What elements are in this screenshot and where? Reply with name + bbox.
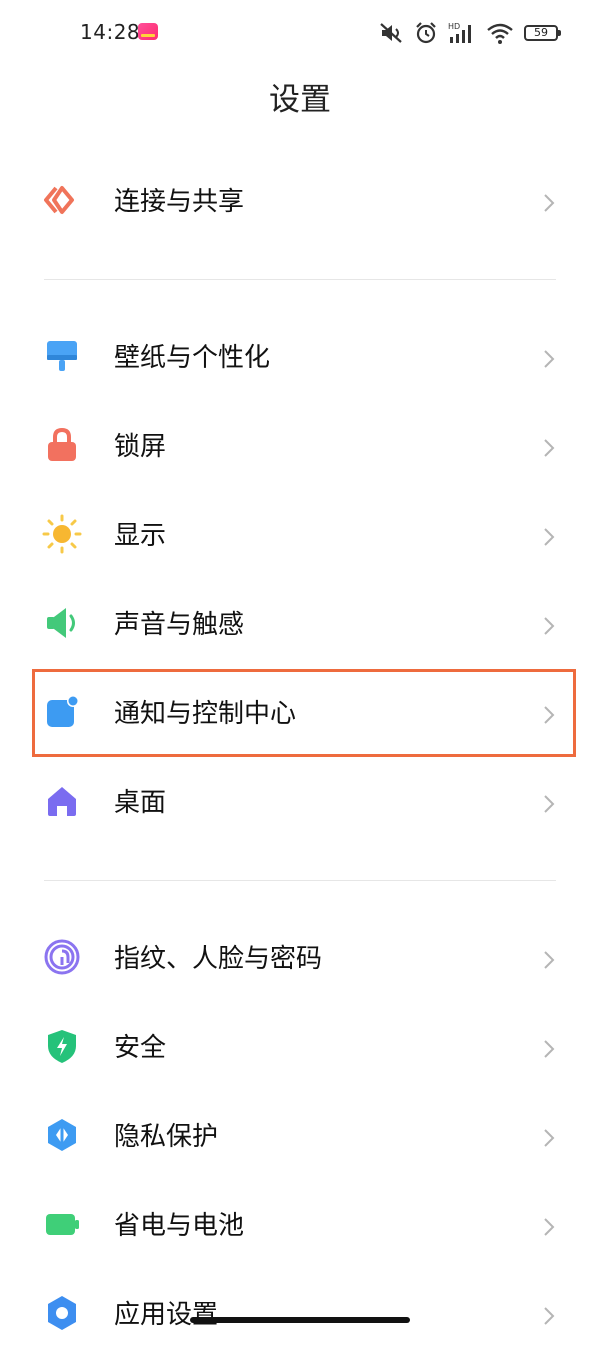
settings-item-security[interactable]: 安全 [0, 1004, 600, 1092]
fingerprint-icon [42, 937, 82, 977]
chevron-right-icon [544, 194, 555, 212]
settings-item-label: 通知与控制中心 [114, 699, 297, 729]
notification-icon [42, 692, 82, 732]
status-icons: HD 59 [378, 20, 561, 46]
settings-item-label: 桌面 [114, 788, 167, 818]
alarm-icon [414, 21, 438, 45]
settings-item-label: 壁纸与个性化 [114, 343, 271, 373]
settings-item-battery[interactable]: 省电与电池 [0, 1182, 600, 1270]
chevron-right-icon [544, 706, 555, 724]
settings-item-wallpaper[interactable]: 壁纸与个性化 [0, 314, 600, 402]
settings-item-display[interactable]: 显示 [0, 492, 600, 580]
chevron-right-icon [544, 1129, 555, 1147]
sun-icon [42, 514, 82, 554]
divider [44, 279, 556, 280]
chevron-right-icon [544, 1307, 555, 1325]
settings-item-label: 连接与共享 [114, 187, 245, 217]
settings-item-label: 应用设置 [114, 1300, 219, 1330]
app-notification-icon [138, 23, 158, 40]
settings-item-fingerprint[interactable]: 指纹、人脸与密码 [0, 915, 600, 1003]
settings-item-label: 锁屏 [114, 432, 167, 462]
chevron-right-icon [544, 1040, 555, 1058]
chevron-right-icon [544, 1218, 555, 1236]
gear-icon [42, 1293, 82, 1333]
settings-item-label: 隐私保护 [114, 1122, 219, 1152]
settings-item-sound[interactable]: 声音与触感 [0, 581, 600, 669]
chevron-right-icon [544, 439, 555, 457]
settings-item-privacy[interactable]: 隐私保护 [0, 1093, 600, 1181]
hd-signal-icon: HD [448, 21, 476, 45]
settings-item-label: 省电与电池 [114, 1211, 245, 1241]
status-time: 14:28 [80, 20, 141, 44]
settings-item-lockscreen[interactable]: 锁屏 [0, 403, 600, 491]
settings-item-label: 显示 [114, 521, 167, 551]
settings-item-label: 声音与触感 [114, 610, 245, 640]
page-title: 设置 [269, 82, 331, 118]
battery-icon: 59 [524, 25, 561, 41]
home-indicator[interactable] [190, 1317, 410, 1323]
chevron-right-icon [544, 951, 555, 969]
settings-item-notification[interactable]: 通知与控制中心 [0, 670, 600, 758]
settings-item-connection-share[interactable]: 连接与共享 [0, 158, 600, 246]
lock-icon [42, 425, 82, 465]
chevron-right-icon [544, 617, 555, 635]
settings-item-label: 安全 [114, 1033, 167, 1063]
settings-item-home-screen[interactable]: 桌面 [0, 759, 600, 847]
home-icon [42, 781, 82, 821]
privacy-icon [42, 1115, 82, 1155]
chevron-right-icon [544, 528, 555, 546]
svg-text:HD: HD [448, 22, 460, 31]
status-bar: 14:28 HD 59 [0, 0, 600, 66]
chevron-right-icon [544, 350, 555, 368]
chevron-right-icon [544, 795, 555, 813]
settings-item-label: 指纹、人脸与密码 [114, 944, 323, 974]
shield-icon [42, 1026, 82, 1066]
divider [44, 880, 556, 881]
battery-saver-icon [42, 1204, 82, 1244]
connection-share-icon [42, 180, 82, 220]
speaker-icon [42, 603, 82, 643]
wallpaper-icon [42, 336, 82, 376]
settings-item-apps[interactable]: 应用设置 [0, 1271, 600, 1359]
wifi-icon [486, 21, 514, 45]
mute-icon [378, 21, 404, 45]
